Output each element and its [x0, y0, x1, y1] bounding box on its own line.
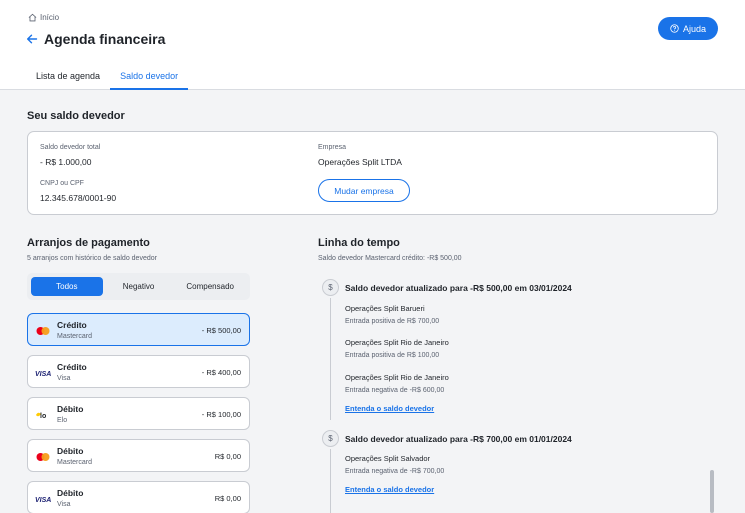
timeline-title: Linha do tempo: [318, 237, 400, 249]
timeline-panel: $ Saldo devedor atualizado para -R$ 500,…: [318, 269, 718, 513]
timeline-entry-title: Operações Split Rio de Janeiro: [345, 338, 449, 347]
company-label: Empresa: [318, 144, 347, 151]
summary-title: Seu saldo devedor: [27, 110, 125, 122]
tab-lista-de-agenda[interactable]: Lista de agenda: [26, 66, 110, 90]
visa-icon: VISA: [35, 497, 51, 504]
svg-text:VISA: VISA: [35, 371, 51, 378]
timeline-entry-desc: Entrada negativa de -R$ 600,00: [345, 387, 445, 394]
breadcrumb-home[interactable]: Início: [40, 13, 59, 22]
arrangement-brand: Mastercard: [57, 333, 93, 340]
title-row: Agenda financeira: [26, 31, 165, 47]
explain-balance-link[interactable]: Entenda o saldo devedor: [345, 485, 434, 494]
change-company-button[interactable]: Mudar empresa: [318, 179, 410, 202]
svg-text:VISA: VISA: [35, 497, 51, 504]
tab-saldo-devedor[interactable]: Saldo devedor: [110, 66, 189, 90]
summary-card: Saldo devedor total - R$ 1.000,00 CNPJ o…: [27, 131, 718, 215]
arrangement-item[interactable]: Crédito Mastercard - R$ 500,00: [27, 313, 250, 346]
arrangement-name: Crédito: [57, 320, 87, 330]
arrangement-amount: - R$ 100,00: [201, 410, 241, 419]
help-button[interactable]: Ajuda: [658, 17, 718, 40]
arrangements-title: Arranjos de pagamento: [27, 237, 150, 249]
filter-negativo[interactable]: Negativo: [103, 277, 175, 296]
visa-icon: VISA: [35, 371, 51, 378]
total-label: Saldo devedor total: [40, 144, 101, 151]
dollar-icon: $: [322, 430, 339, 447]
arrangement-amount: - R$ 400,00: [201, 368, 241, 377]
tab-bar: Lista de agenda Saldo devedor: [26, 66, 189, 90]
timeline-entry-desc: Entrada positiva de R$ 100,00: [345, 352, 440, 359]
arrangement-amount: R$ 0,00: [214, 494, 241, 503]
arrangement-brand: Visa: [57, 501, 71, 508]
arrangement-name: Débito: [57, 404, 84, 414]
doc-value: 12.345.678/0001-90: [40, 193, 117, 203]
arrow-left-icon[interactable]: [26, 33, 38, 45]
timeline-connector: [330, 449, 331, 513]
filter-compensado[interactable]: Compensado: [174, 277, 246, 296]
arrangement-name: Débito: [57, 446, 84, 456]
arrangements-subtitle: 5 arranjos com histórico de saldo devedo…: [27, 255, 157, 262]
page-title: Agenda financeira: [44, 31, 166, 47]
arrangement-item[interactable]: lo Débito Elo - R$ 100,00: [27, 397, 250, 430]
arrangement-amount: - R$ 500,00: [201, 326, 241, 335]
timeline-entry-desc: Entrada negativa de -R$ 700,00: [345, 468, 445, 475]
arrangement-item[interactable]: Débito Mastercard R$ 0,00: [27, 439, 250, 472]
page-header: Início Agenda financeira Ajuda Lista de …: [0, 0, 745, 90]
arrangement-item[interactable]: VISA Crédito Visa - R$ 400,00: [27, 355, 250, 388]
timeline-scrollbar-thumb[interactable]: [710, 470, 714, 513]
timeline-entry-desc: Entrada positiva de R$ 700,00: [345, 318, 440, 325]
timeline-event-heading: Saldo devedor atualizado para -R$ 500,00…: [345, 283, 572, 293]
arrangement-brand: Visa: [57, 375, 71, 382]
breadcrumb[interactable]: Início: [28, 13, 59, 22]
timeline-entry-title: Operações Split Salvador: [345, 454, 431, 463]
explain-balance-link[interactable]: Entenda o saldo devedor: [345, 404, 434, 413]
svg-text:lo: lo: [40, 413, 46, 420]
timeline-subtitle: Saldo devedor Mastercard crédito: -R$ 50…: [318, 255, 462, 262]
elo-icon: lo: [36, 412, 46, 420]
dollar-icon: $: [322, 279, 339, 296]
filter-todos[interactable]: Todos: [31, 277, 103, 296]
arrangement-amount: R$ 0,00: [214, 452, 241, 461]
timeline-connector: [330, 298, 331, 420]
arrangement-item[interactable]: VISA Débito Visa R$ 0,00: [27, 481, 250, 513]
timeline-event-heading: Saldo devedor atualizado para -R$ 700,00…: [345, 434, 572, 444]
home-icon: [28, 13, 37, 22]
timeline-entry-title: Operações Split Rio de Janeiro: [345, 373, 449, 382]
filter-segmented-control: Todos Negativo Compensado: [27, 273, 250, 300]
timeline-entry-title: Operações Split Barueri: [345, 304, 425, 313]
help-circle-icon: [670, 24, 679, 33]
doc-label: CNPJ ou CPF: [40, 180, 84, 187]
mastercard-icon: [36, 327, 50, 335]
help-label: Ajuda: [682, 23, 707, 34]
company-value: Operações Split LTDA: [318, 157, 402, 167]
arrangement-name: Crédito: [57, 362, 87, 372]
mastercard-icon: [36, 453, 50, 461]
arrangement-brand: Elo: [57, 417, 68, 424]
arrangement-name: Débito: [57, 488, 84, 498]
arrangement-brand: Mastercard: [57, 459, 93, 466]
total-value: - R$ 1.000,00: [40, 157, 92, 167]
